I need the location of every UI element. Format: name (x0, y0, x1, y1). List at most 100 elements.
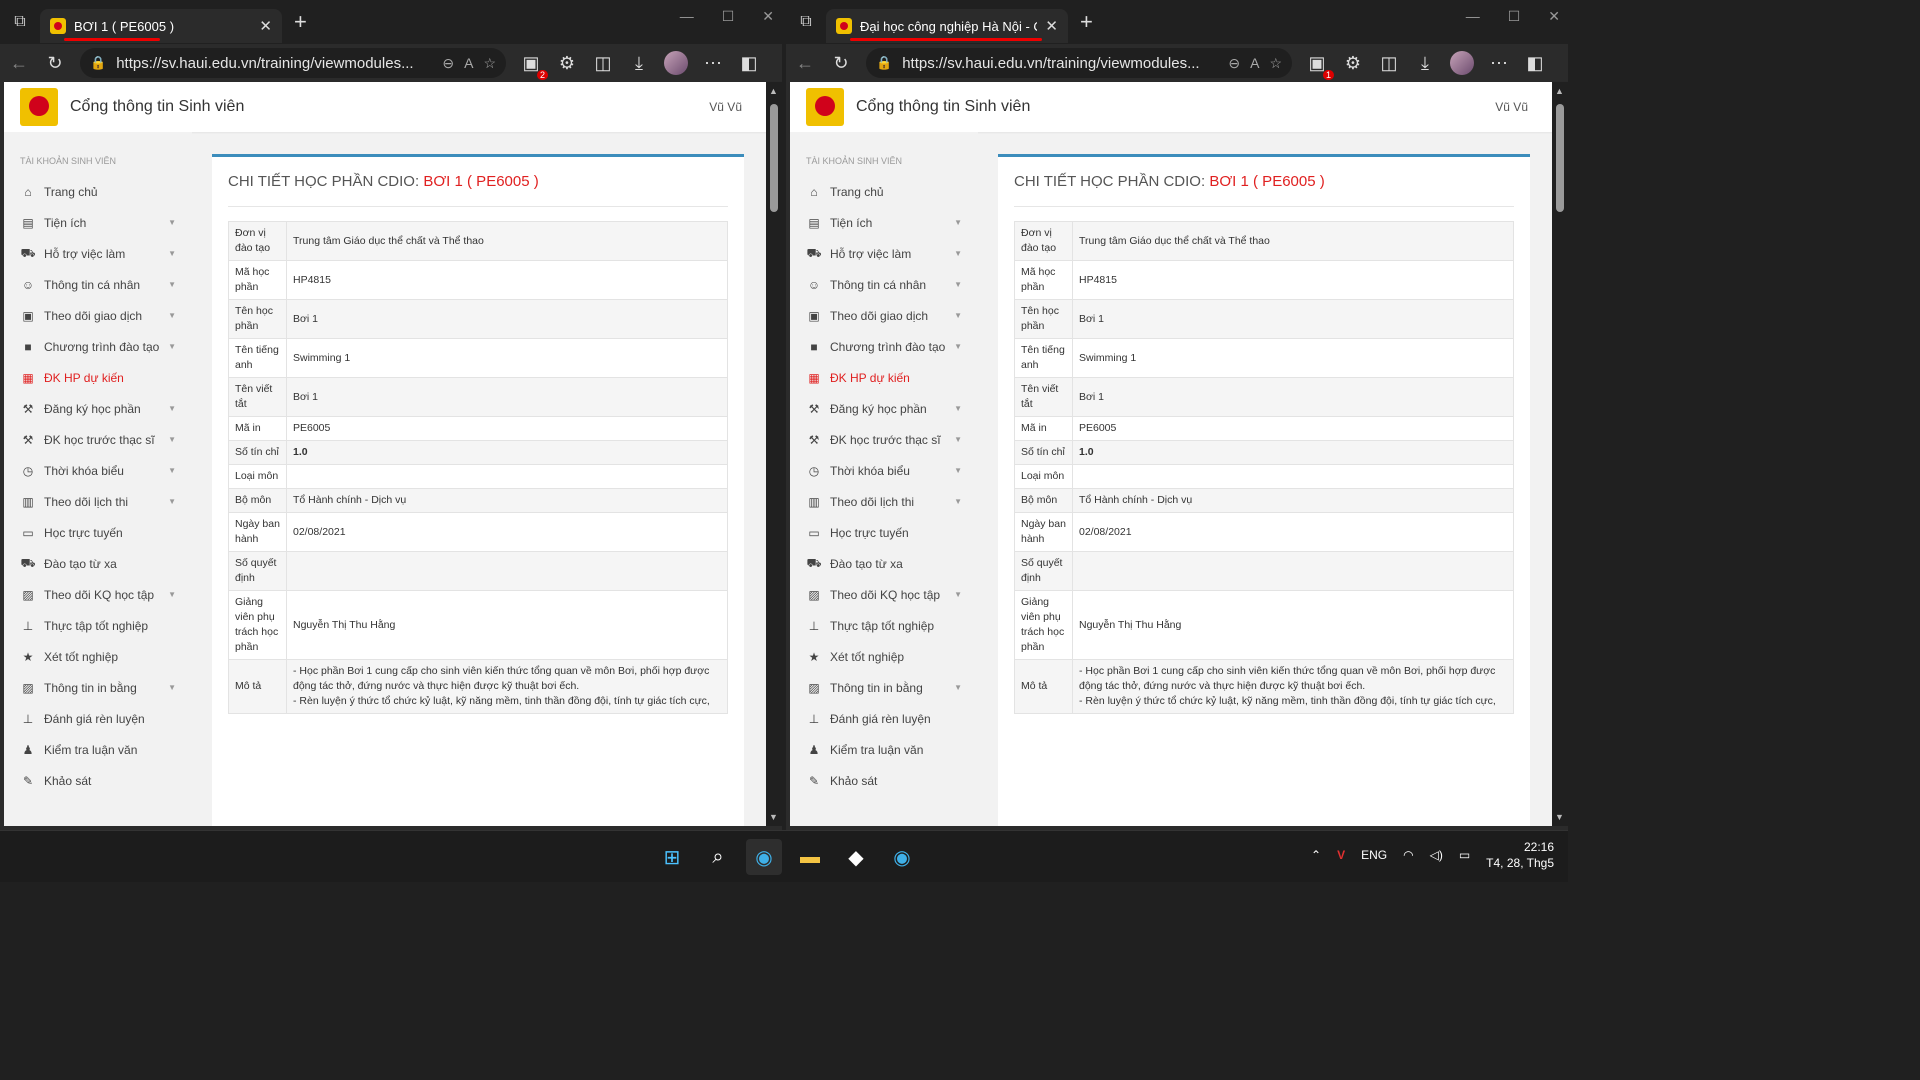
wifi-icon[interactable]: ◠ (1403, 848, 1413, 862)
sidebar-item[interactable]: ■ Chương trình đào tạo ▼ (4, 331, 192, 362)
zoom-icon[interactable]: ⊖ (1228, 55, 1240, 72)
caret-down-icon[interactable]: ▼ (168, 466, 176, 475)
profile-avatar[interactable] (664, 51, 688, 75)
close-tab-icon[interactable]: ✕ (259, 17, 272, 35)
vivaldi-v-icon[interactable]: V (1337, 848, 1345, 862)
sidebar-item[interactable]: ▤ Tiện ích ▼ (790, 207, 978, 238)
back-icon[interactable]: ← (794, 53, 816, 74)
scroll-up-icon[interactable]: ▲ (1555, 86, 1564, 96)
sidebar-item[interactable]: ⚒ ĐK học trước thạc sĩ ▼ (4, 424, 192, 455)
clock[interactable]: 22:16 T4, 28, Thg5 (1486, 839, 1554, 871)
download-icon[interactable]: ⤓ (628, 53, 650, 74)
active-tab[interactable]: BƠI 1 ( PE6005 ) ✕ (40, 9, 282, 43)
caret-down-icon[interactable]: ▼ (168, 435, 176, 444)
close-window-button[interactable]: ✕ (1548, 8, 1560, 25)
chevron-up-icon[interactable]: ⌃ (1311, 848, 1321, 862)
caret-down-icon[interactable]: ▼ (954, 435, 962, 444)
read-aloud-icon[interactable]: A (1250, 55, 1259, 71)
caret-down-icon[interactable]: ▼ (954, 249, 962, 258)
sidebar-item[interactable]: ▣ Theo dõi giao dịch ▼ (790, 300, 978, 331)
vertical-scrollbar[interactable]: ▲ ▼ (1552, 82, 1568, 826)
sidebar-item[interactable]: ▥ Theo dõi lịch thi ▼ (4, 486, 192, 517)
close-window-button[interactable]: ✕ (762, 8, 774, 25)
caret-down-icon[interactable]: ▼ (954, 590, 962, 599)
edge-browser-icon[interactable]: ◉ (746, 839, 782, 875)
sidebar-toggle-icon[interactable]: ◧ (1524, 53, 1546, 74)
language-indicator[interactable]: ENG (1361, 848, 1387, 862)
settings-gear-icon[interactable]: ⚙ (556, 53, 578, 74)
sidebar-toggle-icon[interactable]: ◧ (738, 53, 760, 74)
back-icon[interactable]: ← (8, 53, 30, 74)
sidebar-item[interactable]: ▭ Học trực tuyến (4, 517, 192, 548)
sidebar-item[interactable]: ⛟ Hỗ trợ việc làm ▼ (4, 238, 192, 269)
active-tab[interactable]: Đại học công nghiệp Hà Nội - Cổ ✕ (826, 9, 1068, 43)
caret-down-icon[interactable]: ▼ (954, 280, 962, 289)
sidebar-item[interactable]: ◷ Thời khóa biểu ▼ (4, 455, 192, 486)
profile-avatar[interactable] (1450, 51, 1474, 75)
caret-down-icon[interactable]: ▼ (168, 404, 176, 413)
new-tab-button[interactable]: + (1080, 9, 1093, 35)
sidebar-item[interactable]: ⌂ Trang chủ (4, 176, 192, 207)
start-windows-icon[interactable]: ⊞ (654, 839, 690, 875)
sidebar-item[interactable]: ⚒ ĐK học trước thạc sĩ ▼ (790, 424, 978, 455)
extension-icon[interactable]: ▣ 2 (520, 53, 548, 80)
sidebar-item[interactable]: ⛟ Đào tạo từ xa (790, 548, 978, 579)
sidebar-item[interactable]: ⌂ Trang chủ (790, 176, 978, 207)
sidebar-item[interactable]: ⚒ Đăng ký học phần ▼ (4, 393, 192, 424)
lock-icon[interactable]: 🔒 (90, 55, 106, 71)
caret-down-icon[interactable]: ▼ (168, 590, 176, 599)
sidebar-item[interactable]: ⚒ Đăng ký học phần ▼ (790, 393, 978, 424)
maximize-button[interactable]: ☐ (722, 8, 735, 25)
sidebar-item[interactable]: ⛟ Đào tạo từ xa (4, 548, 192, 579)
caret-down-icon[interactable]: ▼ (168, 342, 176, 351)
caret-down-icon[interactable]: ▼ (954, 466, 962, 475)
workspaces-icon[interactable]: ⧉ (786, 0, 826, 44)
scroll-down-icon[interactable]: ▼ (769, 812, 778, 822)
url-field[interactable]: 🔒 https://sv.haui.edu.vn/training/viewmo… (80, 48, 506, 78)
battery-icon[interactable]: ▭ (1459, 848, 1470, 862)
vertical-scrollbar[interactable]: ▲ ▼ (766, 82, 782, 826)
caret-down-icon[interactable]: ▼ (954, 497, 962, 506)
haui-logo[interactable] (806, 88, 844, 126)
volume-icon[interactable]: ◁) (1430, 848, 1443, 862)
caret-down-icon[interactable]: ▼ (954, 311, 962, 320)
caret-down-icon[interactable]: ▼ (954, 218, 962, 227)
scroll-up-icon[interactable]: ▲ (769, 86, 778, 96)
favorite-star-icon[interactable]: ☆ (483, 55, 496, 72)
haui-logo[interactable] (20, 88, 58, 126)
minimize-button[interactable]: — (1466, 8, 1480, 25)
sidebar-item[interactable]: ▨ Theo dõi KQ học tập ▼ (790, 579, 978, 610)
more-menu-icon[interactable]: ⋯ (702, 53, 724, 74)
sidebar-item[interactable]: ⊥ Thực tập tốt nghiệp (790, 610, 978, 641)
download-icon[interactable]: ⤓ (1414, 53, 1436, 74)
caret-down-icon[interactable]: ▼ (168, 311, 176, 320)
maximize-button[interactable]: ☐ (1508, 8, 1521, 25)
sidebar-item[interactable]: ▦ ĐK HP dự kiến (4, 362, 192, 393)
user-name[interactable]: Vũ Vũ (1495, 100, 1528, 114)
sidebar-item[interactable]: ♟ Kiểm tra luận văn (790, 734, 978, 765)
caret-down-icon[interactable]: ▼ (168, 280, 176, 289)
sidebar-item[interactable]: ✎ Khảo sát (4, 765, 192, 796)
sidebar-item[interactable]: ★ Xét tốt nghiệp (4, 641, 192, 672)
terminal-app-icon[interactable]: ◆ (838, 839, 874, 875)
sidebar-item[interactable]: ▥ Theo dõi lịch thi ▼ (790, 486, 978, 517)
caret-down-icon[interactable]: ▼ (168, 683, 176, 692)
sidebar-item[interactable]: ⊥ Đánh giá rèn luyện (790, 703, 978, 734)
url-field[interactable]: 🔒 https://sv.haui.edu.vn/training/viewmo… (866, 48, 1292, 78)
caret-down-icon[interactable]: ▼ (954, 683, 962, 692)
settings-gear-icon[interactable]: ⚙ (1342, 53, 1364, 74)
search-icon[interactable]: ⌕ (700, 839, 736, 875)
file-explorer-icon[interactable]: ▬ (792, 839, 828, 875)
caret-down-icon[interactable]: ▼ (168, 218, 176, 227)
sidebar-item[interactable]: ⊥ Thực tập tốt nghiệp (4, 610, 192, 641)
sidebar-item[interactable]: ☺ Thông tin cá nhân ▼ (4, 269, 192, 300)
zoom-icon[interactable]: ⊖ (442, 55, 454, 72)
user-name[interactable]: Vũ Vũ (709, 100, 742, 114)
sidebar-item[interactable]: ■ Chương trình đào tạo ▼ (790, 331, 978, 362)
close-tab-icon[interactable]: ✕ (1045, 17, 1058, 35)
sidebar-item[interactable]: ◷ Thời khóa biểu ▼ (790, 455, 978, 486)
sidebar-item[interactable]: ♟ Kiểm tra luận văn (4, 734, 192, 765)
refresh-icon[interactable]: ↻ (44, 53, 66, 74)
sidebar-item[interactable]: ⊥ Đánh giá rèn luyện (4, 703, 192, 734)
sidebar-item[interactable]: ▨ Thông tin in bằng ▼ (4, 672, 192, 703)
